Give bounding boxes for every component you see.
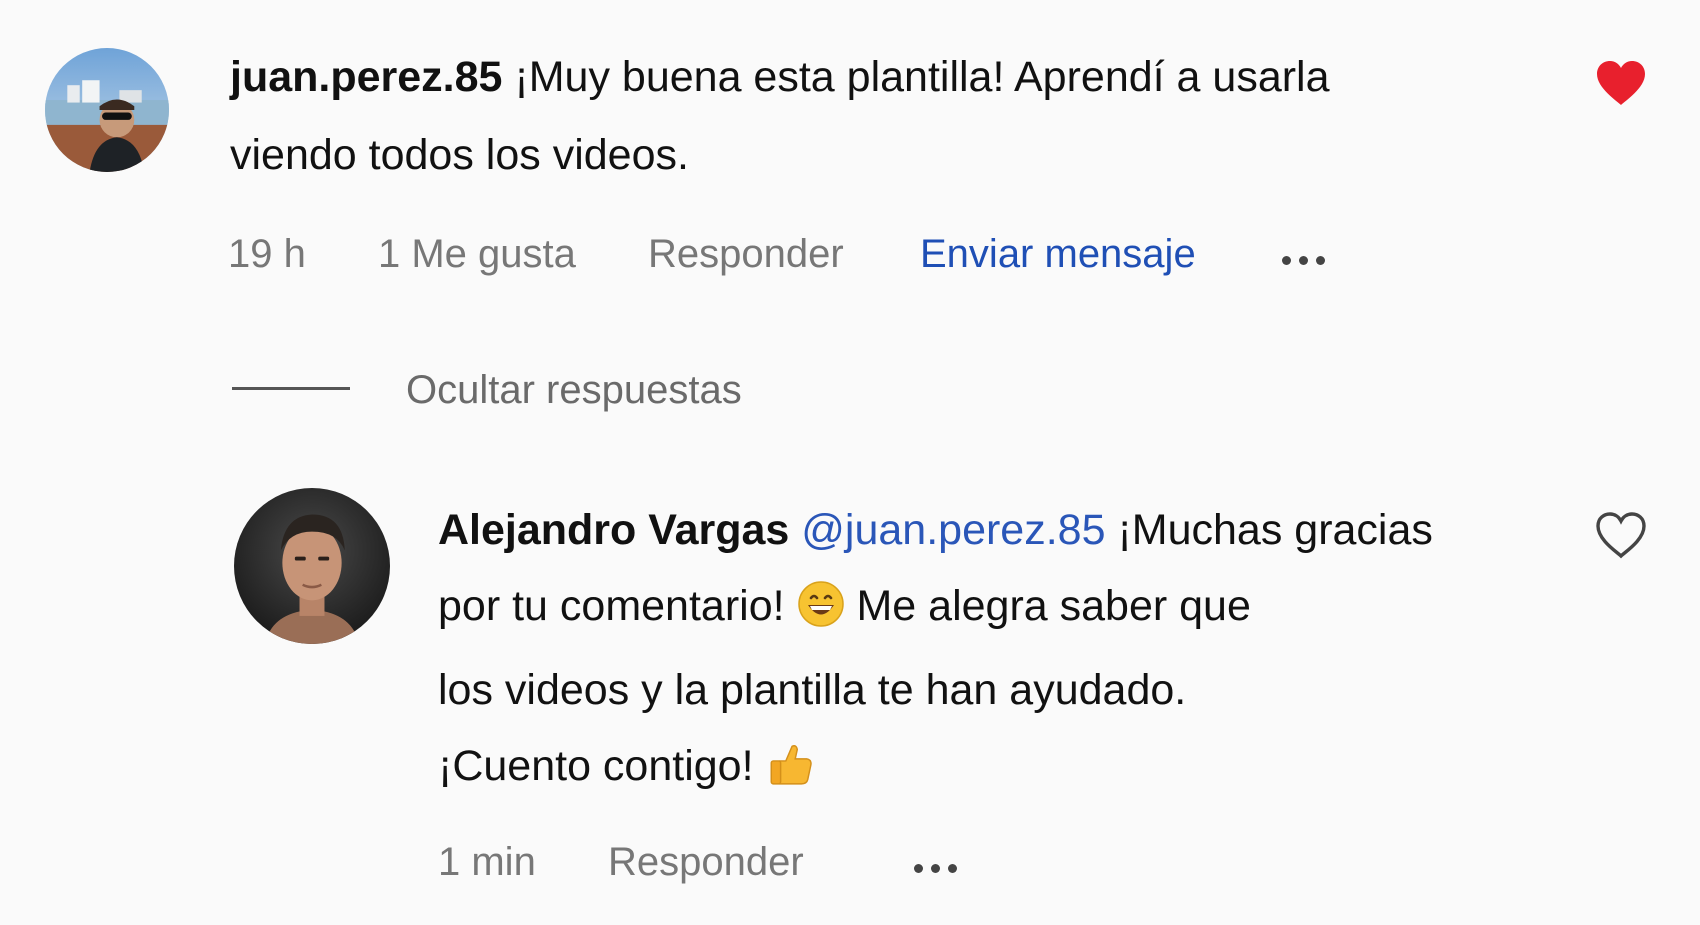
- like-button[interactable]: [1593, 58, 1649, 108]
- send-message-button[interactable]: Enviar mensaje: [920, 232, 1196, 277]
- reply-mention[interactable]: @juan.perez.85: [801, 506, 1105, 554]
- divider-line: [232, 387, 350, 390]
- user-avatar-photo-icon: [234, 488, 390, 644]
- comment-body: juan.perez.85 ¡Muy buena esta plantilla!…: [230, 38, 1530, 194]
- likes-count[interactable]: 1 Me gusta: [378, 232, 576, 277]
- comment-text-line1: ¡Muy buena esta plantilla! Aprendí a usa…: [514, 53, 1330, 101]
- reply-body: Alejandro Vargas @juan.perez.85 ¡Muchas …: [438, 492, 1538, 812]
- hide-replies-label: Ocultar respuestas: [406, 368, 742, 412]
- reply-button[interactable]: Responder: [648, 232, 844, 277]
- reply-text-line4: ¡Cuento contigo!: [438, 742, 754, 790]
- reply-text-line3: los videos y la plantilla te han ayudado…: [438, 666, 1187, 714]
- heart-outline-icon: [1596, 512, 1646, 559]
- heart-filled-icon: [1597, 61, 1645, 105]
- reply-text-seg2: por tu comentario!: [438, 582, 785, 630]
- grinning-face-emoji-icon: [797, 576, 845, 652]
- user-avatar-photo-icon: [45, 48, 169, 172]
- reply-reply-button[interactable]: Responder: [608, 840, 804, 885]
- avatar-juan[interactable]: [45, 48, 169, 172]
- like-button-reply[interactable]: [1593, 510, 1649, 560]
- comment-username[interactable]: juan.perez.85: [230, 53, 502, 101]
- reply-text-seg1: ¡Muchas gracias: [1117, 506, 1433, 554]
- comment-text-line2: viendo todos los videos.: [230, 131, 689, 179]
- comment-timestamp: 19 h: [228, 232, 306, 276]
- reply-timestamp: 1 min: [438, 840, 536, 884]
- avatar-alejandro[interactable]: [234, 488, 390, 644]
- reply-text-seg3: Me alegra saber que: [856, 582, 1251, 630]
- more-options-icon[interactable]: [914, 844, 965, 889]
- more-options-icon[interactable]: [1282, 236, 1333, 281]
- thumbs-up-emoji-icon: [765, 736, 815, 812]
- reply-username[interactable]: Alejandro Vargas: [438, 506, 789, 554]
